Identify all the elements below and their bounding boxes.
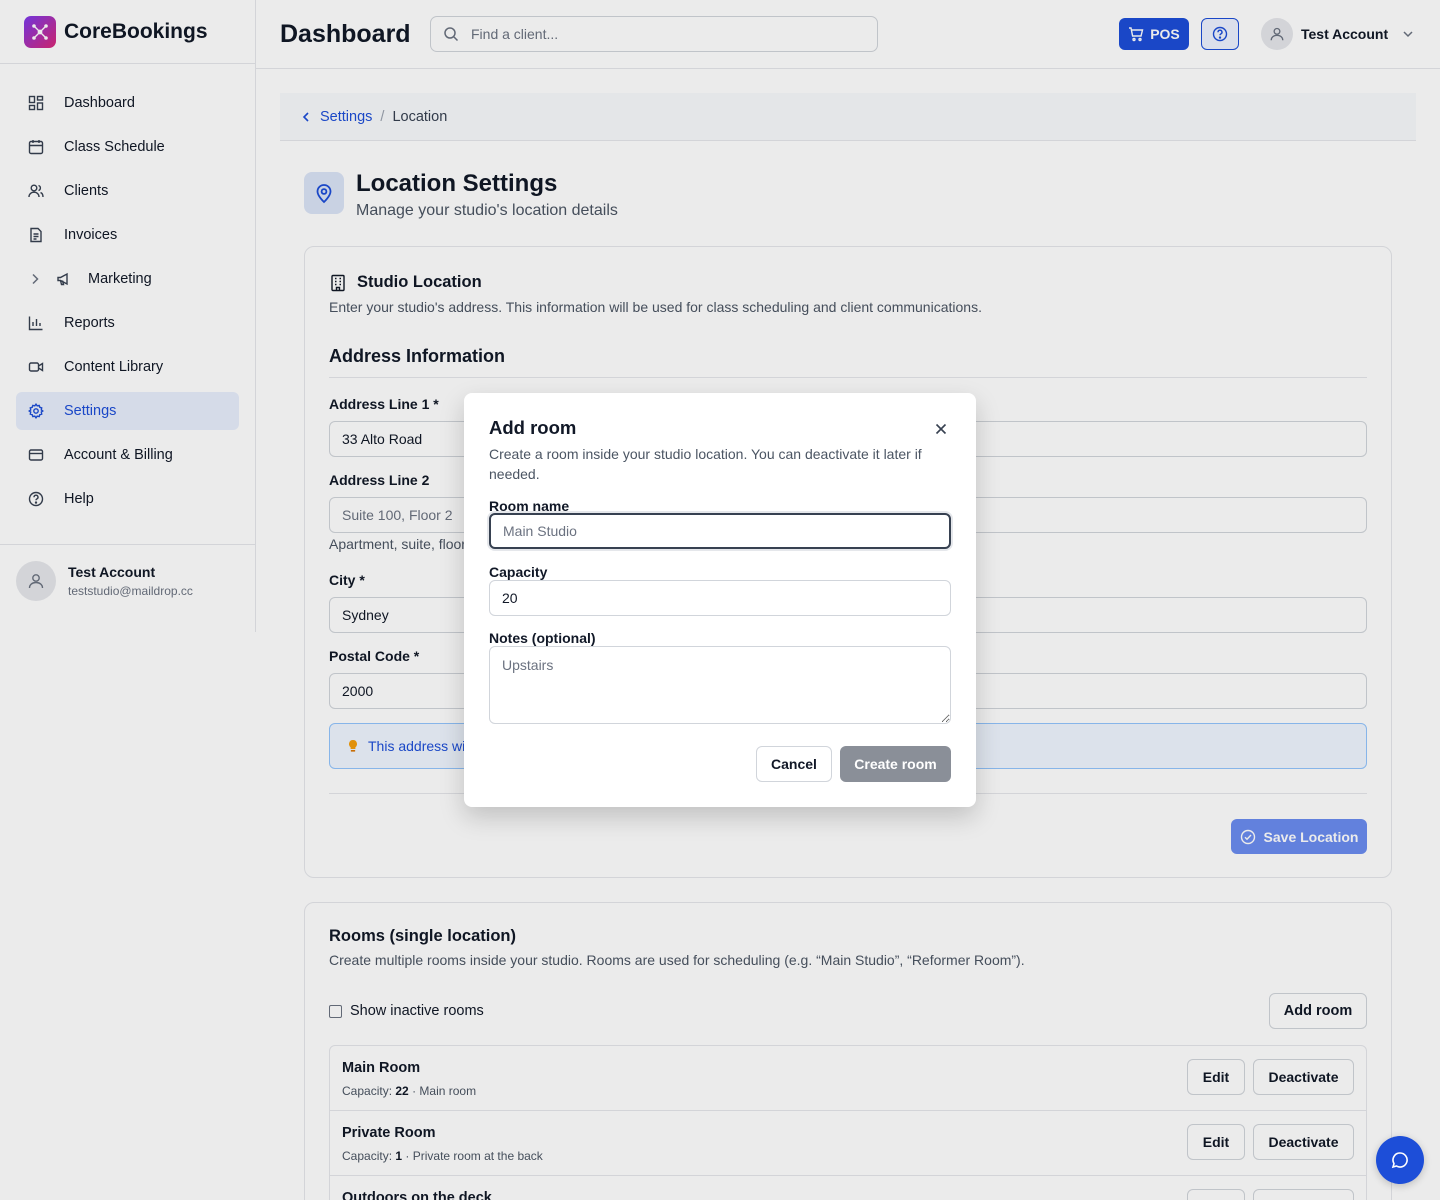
- chat-bubble-icon: [1391, 1152, 1408, 1169]
- create-room-button[interactable]: Create room: [840, 746, 951, 782]
- cancel-button[interactable]: Cancel: [756, 746, 832, 782]
- add-room-dialog: Add room Create a room inside your studi…: [464, 393, 976, 807]
- room-name-label: Room name: [489, 498, 570, 514]
- notes-label: Notes (optional): [489, 630, 596, 646]
- dialog-description: Create a room inside your studio locatio…: [489, 446, 922, 482]
- capacity-input[interactable]: [489, 580, 951, 616]
- room-name-input[interactable]: [489, 513, 951, 549]
- dialog-title: Add room: [489, 417, 577, 438]
- chat-button[interactable]: [1376, 1136, 1424, 1184]
- capacity-label: Capacity: [489, 564, 548, 580]
- notes-textarea[interactable]: [489, 646, 951, 724]
- close-icon[interactable]: [932, 420, 950, 438]
